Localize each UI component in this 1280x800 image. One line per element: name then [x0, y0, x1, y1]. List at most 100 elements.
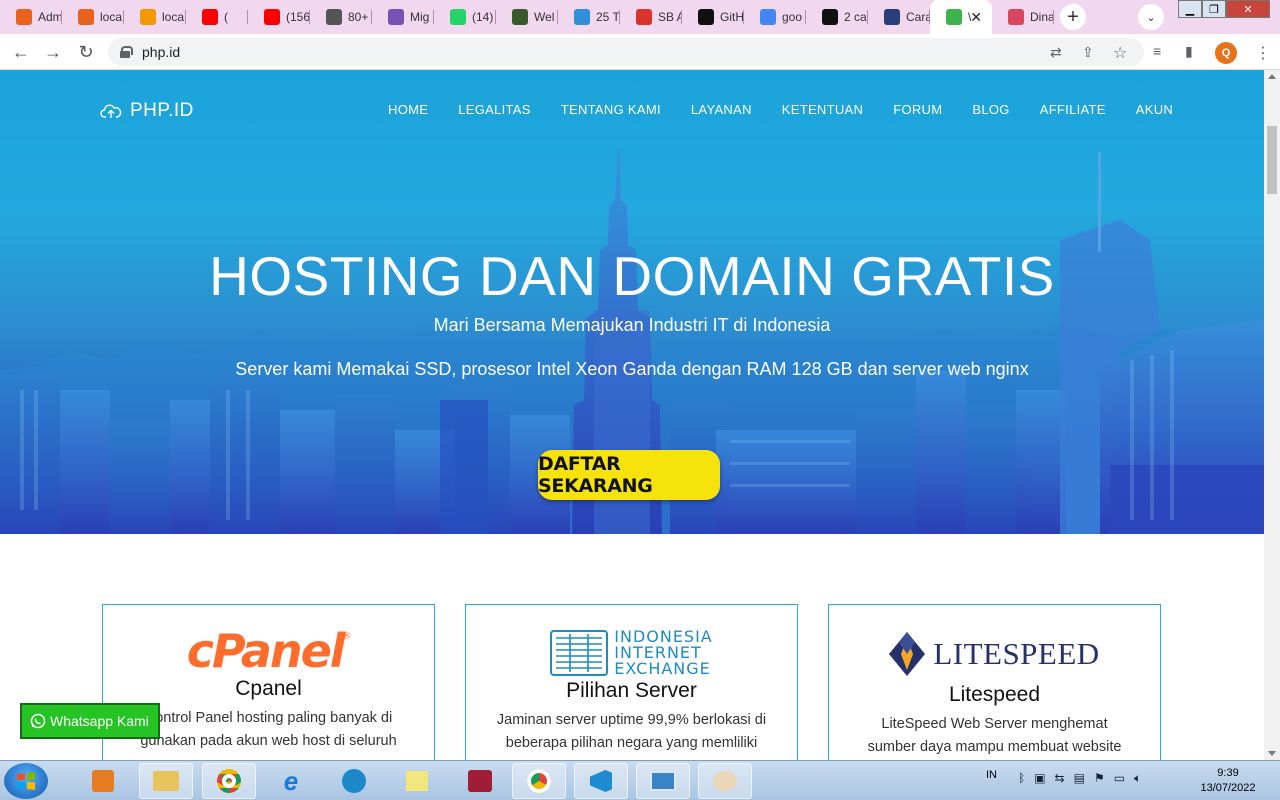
vscode-icon — [590, 770, 612, 792]
close-tab-icon[interactable]: ✕ — [970, 9, 982, 26]
scroll-up-icon[interactable] — [1268, 74, 1276, 79]
browser-tab[interactable]: Dina — [992, 0, 1054, 34]
tab-title: Wel — [534, 10, 555, 24]
scroll-thumb[interactable] — [1267, 126, 1277, 194]
browser-tab[interactable]: (156 — [248, 0, 310, 34]
battery-icon[interactable]: ▭ — [1114, 771, 1125, 786]
share-icon[interactable]: ⇪ — [1082, 44, 1094, 61]
nav-home[interactable]: HOME — [388, 102, 428, 117]
language-indicator[interactable]: IN — [986, 769, 997, 781]
taskbar-edge-beta[interactable] — [327, 763, 381, 799]
brand-name: PHP.ID — [130, 100, 194, 121]
taskbar-media-player[interactable] — [76, 763, 130, 799]
volume-icon[interactable]: 🔈︎ — [1134, 771, 1141, 786]
browser-tab[interactable]: ( — [186, 0, 248, 34]
taskbar-photo-viewer[interactable] — [636, 763, 690, 799]
reload-button[interactable]: ↻ — [74, 40, 98, 64]
shield-icon — [512, 9, 528, 25]
taskbar-ie[interactable]: e — [264, 763, 318, 799]
browser-tab[interactable]: goo — [744, 0, 806, 34]
site-logo[interactable]: PHP.ID — [100, 100, 194, 122]
clock-time: 9:39 — [1217, 767, 1239, 779]
taskbar-sticky-notes[interactable] — [390, 763, 444, 799]
teamviewer-icon[interactable]: ⇆ — [1055, 771, 1065, 786]
browser-tab[interactable]: 25 T — [558, 0, 620, 34]
scroll-down-icon[interactable] — [1268, 751, 1276, 756]
browser-tab[interactable]: Adm — [0, 0, 62, 34]
browser-tab[interactable]: loca — [62, 0, 124, 34]
feature-title: Cpanel — [235, 677, 302, 700]
url-text: php.id — [142, 44, 181, 60]
tab-title: (14) — [472, 10, 494, 24]
browser-tab[interactable]: \ ✕ — [930, 0, 992, 34]
litespeed-logo: LITESPEED — [829, 631, 1160, 677]
bluetooth-icon[interactable]: ᛒ — [1018, 771, 1025, 786]
chrome-icon — [217, 769, 241, 793]
translate-icon[interactable]: ⇄ — [1050, 44, 1062, 61]
paint-palette-icon — [713, 771, 737, 791]
display-icon[interactable]: ▣ — [1034, 771, 1045, 786]
mendeley-icon — [468, 770, 492, 792]
chevron-down-icon: ⌄ — [1146, 11, 1156, 24]
nav-tentang-kami[interactable]: TENTANG KAMI — [561, 102, 661, 117]
taskbar-chrome[interactable] — [202, 763, 256, 799]
taskbar-mendeley[interactable] — [453, 763, 507, 799]
hero-description: Server kami Memakai SSD, prosesor Intel … — [235, 359, 1029, 379]
youtube-icon — [264, 9, 280, 25]
taskbar-chrome-profile[interactable] — [512, 763, 566, 799]
taskbar-paint[interactable] — [698, 763, 752, 799]
lock-icon — [120, 46, 133, 58]
nav-legalitas[interactable]: LEGALITAS — [458, 102, 531, 117]
nav-akun[interactable]: AKUN — [1136, 102, 1173, 117]
profile-avatar[interactable]: Q — [1215, 42, 1237, 64]
browser-tab[interactable]: GitH — [682, 0, 744, 34]
hero-subtitle: Mari Bersama Memajukan Industri IT di In… — [433, 315, 831, 335]
sticky-notes-icon — [406, 771, 428, 791]
maximize-button[interactable]: ❐ — [1202, 0, 1226, 18]
side-panel-icon[interactable]: ▮ — [1185, 43, 1193, 60]
whatsapp-button[interactable]: Whatsapp Kami — [20, 703, 160, 739]
reading-list-icon[interactable]: ≡ — [1153, 43, 1161, 59]
new-tab-button[interactable]: + — [1060, 4, 1086, 30]
xampp-icon — [16, 9, 32, 25]
nav-ketentuan[interactable]: KETENTUAN — [782, 102, 863, 117]
tab-search-button[interactable]: ⌄ — [1138, 4, 1164, 30]
et-icon — [326, 9, 342, 25]
browser-tab[interactable]: 80+ — [310, 0, 372, 34]
action-center-icon[interactable]: ⚑ — [1094, 771, 1105, 786]
browser-tab[interactable]: loca — [124, 0, 186, 34]
nav-layanan[interactable]: LAYANAN — [691, 102, 752, 117]
youtube-icon — [202, 9, 218, 25]
browser-tab[interactable]: Mig — [372, 0, 434, 34]
feature-card-litespeed: LITESPEED Litespeed LiteSpeed Web Server… — [828, 604, 1161, 760]
system-clock[interactable]: 9:39 13/07/2022 — [1190, 766, 1266, 796]
browser-tab[interactable]: SB A — [620, 0, 682, 34]
taskbar-vscode[interactable] — [574, 763, 628, 799]
forward-button[interactable]: → — [41, 40, 65, 64]
close-window-button[interactable]: ✕ — [1226, 0, 1270, 18]
nav-forum[interactable]: FORUM — [893, 102, 942, 117]
clock-date: 13/07/2022 — [1200, 782, 1256, 794]
nav-blog[interactable]: BLOG — [972, 102, 1009, 117]
cloud-upload-icon — [100, 104, 122, 118]
windows-taskbar: e IN ᛒ ▣ ⇆ ▤ ⚑ ▭ 🔈︎ 9:39 13/07/2022 — [0, 760, 1280, 800]
start-button[interactable] — [4, 763, 48, 799]
browser-tab[interactable]: (14) — [434, 0, 496, 34]
tab-title: loca — [162, 10, 185, 24]
address-bar[interactable]: php.id ⇄ ⇪ ☆ — [108, 38, 1144, 66]
page-scrollbar[interactable] — [1264, 70, 1280, 760]
register-now-button[interactable]: DAFTAR SEKARANG — [538, 450, 720, 500]
browser-tab[interactable]: 2 ca — [806, 0, 868, 34]
network-icon[interactable]: ▤ — [1074, 771, 1085, 786]
bookmark-star-icon[interactable]: ☆ — [1113, 43, 1127, 63]
minimize-button[interactable]: ▁ — [1178, 0, 1202, 18]
taskbar-explorer[interactable] — [139, 763, 193, 799]
cloud-icon — [574, 9, 590, 25]
whatsapp-icon — [30, 713, 46, 729]
window-controls: ▁ ❐ ✕ — [1178, 0, 1270, 18]
browser-tab[interactable]: Cara — [868, 0, 930, 34]
browser-tab[interactable]: Wel — [496, 0, 558, 34]
more-menu-icon[interactable]: ⋮ — [1255, 43, 1271, 63]
nav-affiliate[interactable]: AFFILIATE — [1040, 102, 1106, 117]
back-button[interactable]: ← — [9, 40, 33, 64]
